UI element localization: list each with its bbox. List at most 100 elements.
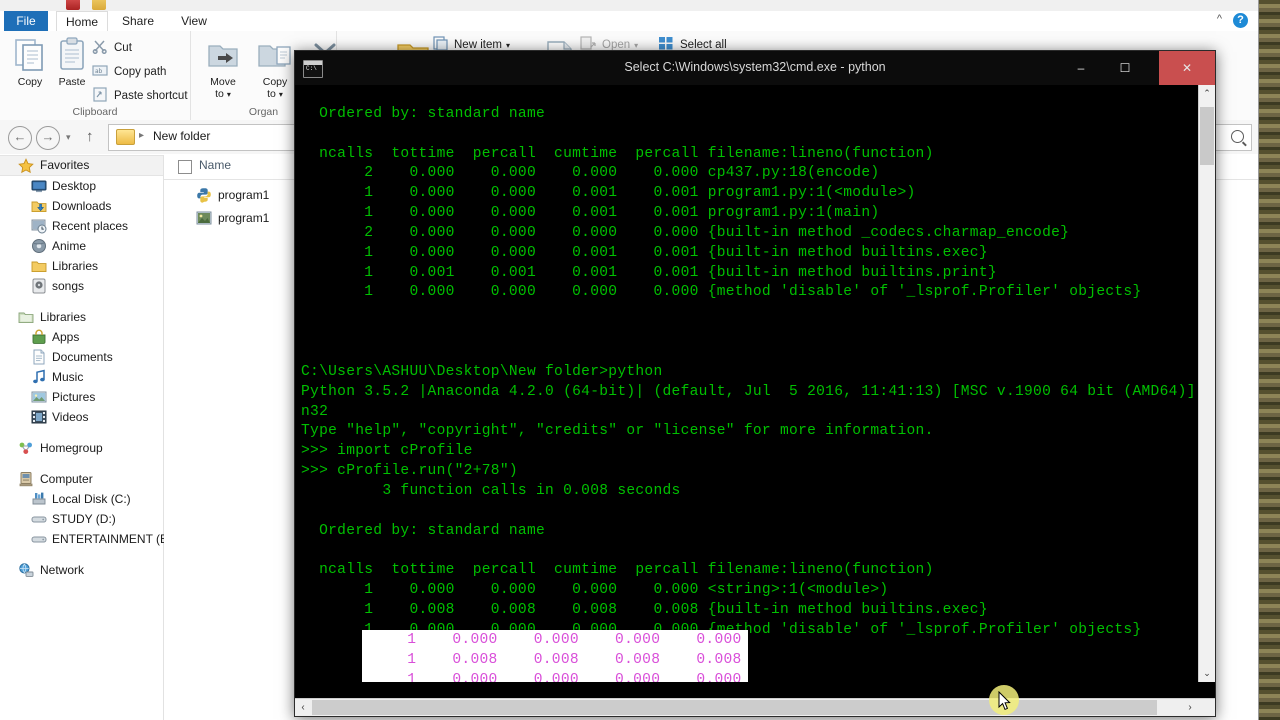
help-icon[interactable]: ? <box>1233 13 1248 28</box>
maximize-button[interactable]: ☐ <box>1103 51 1147 85</box>
quick-access-icon-2[interactable] <box>92 0 106 10</box>
sidebar-item-pictures[interactable]: Pictures <box>0 387 163 407</box>
sidebar-item-videos[interactable]: Videos <box>0 407 163 427</box>
list-item-label: program1 <box>218 211 270 225</box>
navigation-pane[interactable]: Favorites Desktop Downloads Recent places An… <box>0 155 175 720</box>
tab-file[interactable]: File <box>4 11 48 31</box>
paste-button[interactable]: Paste <box>46 36 98 88</box>
recent-locations-icon[interactable]: ▾ <box>66 132 71 143</box>
nav-section-libraries[interactable]: Libraries <box>0 307 163 327</box>
breadcrumb-separator: ▸ <box>139 130 145 141</box>
ribbon-collapse-icon[interactable]: ^ <box>1217 13 1222 25</box>
downloads-icon <box>31 198 47 214</box>
paste-shortcut-icon <box>92 87 110 103</box>
sidebar-item-downloads[interactable]: Downloads <box>0 196 163 216</box>
folder-icon <box>31 258 47 274</box>
sidebar-item-music[interactable]: Music <box>0 367 163 387</box>
svg-text:ab: ab <box>95 68 103 75</box>
sidebar-item-label: Desktop <box>52 179 97 193</box>
nav-section-network[interactable]: Network <box>0 560 163 580</box>
cut-button[interactable]: Cut <box>92 37 132 59</box>
drive-icon <box>31 511 47 527</box>
console-vertical-scrollbar[interactable]: ⌃ ⌄ <box>1198 85 1215 682</box>
sidebar-item-anime[interactable]: Anime <box>0 236 163 256</box>
scroll-down-icon[interactable]: ⌄ <box>1199 665 1215 682</box>
nav-section-label: Computer <box>40 472 93 486</box>
nav-section-gap <box>0 458 163 469</box>
sidebar-item-recent-places[interactable]: Recent places <box>0 216 163 236</box>
recent-places-icon <box>31 218 47 234</box>
sidebar-item-label: Downloads <box>52 199 112 213</box>
back-button[interactable]: ← <box>8 126 32 150</box>
sidebar-item-label: songs <box>52 279 85 293</box>
console-output-area[interactable]: Ordered by: standard name ncalls tottime… <box>301 85 1194 682</box>
sidebar-item-label: Recent places <box>52 219 129 233</box>
sidebar-item-songs[interactable]: songs <box>0 276 163 296</box>
copy-path-button[interactable]: ab Copy path <box>92 61 166 83</box>
tab-home[interactable]: Home <box>56 11 108 31</box>
sidebar-item-apps[interactable]: Apps <box>0 327 163 347</box>
sidebar-item-entertainment-e[interactable]: ENTERTAINMENT (E:) <box>0 529 175 549</box>
anime-folder-icon <box>31 238 47 254</box>
up-button[interactable]: ↑ <box>86 128 94 145</box>
vertical-scroll-thumb[interactable] <box>1200 107 1214 165</box>
quick-access-icon-1[interactable] <box>66 0 80 10</box>
open-chevron-down-icon[interactable]: ▾ <box>634 41 638 50</box>
sidebar-item-documents[interactable]: Documents <box>0 347 163 367</box>
horizontal-scroll-thumb[interactable] <box>312 700 1157 715</box>
command-prompt-window: Select C:\Windows\system32\cmd.exe - pyt… <box>294 50 1216 717</box>
select-all-checkbox[interactable] <box>178 160 192 174</box>
libraries-icon <box>18 309 34 325</box>
quick-access-toolbar <box>0 0 1258 11</box>
breadcrumb-current: New folder <box>153 129 211 143</box>
move-to-label: Move to ▾ <box>210 76 236 100</box>
sidebar-item-libraries[interactable]: Libraries <box>0 256 163 276</box>
sidebar-item-label: Music <box>52 370 84 384</box>
nav-section-label: Favorites <box>40 158 90 172</box>
sidebar-item-desktop[interactable]: Desktop <box>0 176 163 196</box>
sidebar-item-label: Documents <box>52 350 113 364</box>
scroll-left-icon[interactable]: ‹ <box>295 699 311 716</box>
console-text: Ordered by: standard name ncalls tottime… <box>301 105 1194 682</box>
scroll-up-icon[interactable]: ⌃ <box>1199 85 1215 102</box>
forward-button[interactable]: → <box>36 126 60 150</box>
drive-icon <box>31 531 47 547</box>
nav-section-homegroup[interactable]: Homegroup <box>0 438 163 458</box>
new-item-chevron-down-icon[interactable]: ▾ <box>506 41 510 50</box>
nav-section-label: Libraries <box>40 310 87 324</box>
move-to-icon <box>197 36 249 76</box>
sidebar-item-label: Anime <box>52 239 87 253</box>
paste-button-label: Paste <box>58 76 86 88</box>
tab-share[interactable]: Share <box>112 11 164 31</box>
ribbon-group-clipboard-label: Clipboard <box>72 106 118 118</box>
documents-icon <box>31 349 47 365</box>
paste-shortcut-button[interactable]: Paste shortcut <box>92 85 188 107</box>
nav-section-computer[interactable]: Computer <box>0 469 163 489</box>
column-header-name[interactable]: Name <box>199 158 231 172</box>
minimize-button[interactable]: – <box>1059 51 1103 85</box>
nav-section-gap <box>0 296 163 307</box>
image-file-icon <box>196 210 212 226</box>
sidebar-item-label: Videos <box>52 410 89 424</box>
tab-view[interactable]: View <box>168 11 220 31</box>
scroll-right-icon[interactable]: › <box>1182 699 1198 716</box>
close-button[interactable]: ✕ <box>1159 51 1215 85</box>
ribbon-tabstrip: File Home Share View ^ ? <box>0 11 1258 31</box>
sidebar-item-label: ENTERTAINMENT (E:) <box>52 532 176 546</box>
music-icon <box>31 369 47 385</box>
resize-grip[interactable] <box>1198 699 1215 716</box>
sidebar-item-label: Pictures <box>52 390 96 404</box>
move-to-button[interactable]: Move to ▾ <box>197 36 249 101</box>
nav-section-gap <box>0 549 163 560</box>
copy-path-label: Copy path <box>114 66 167 78</box>
nav-section-favorites[interactable]: Favorites <box>0 155 163 176</box>
console-horizontal-scrollbar[interactable]: ‹ › <box>295 698 1215 716</box>
sidebar-item-local-disk-c[interactable]: Local Disk (C:) <box>0 489 163 509</box>
hard-disk-icon <box>31 491 47 507</box>
homegroup-icon <box>18 440 34 456</box>
sidebar-item-label: Libraries <box>52 259 99 273</box>
sidebar-item-study-d[interactable]: STUDY (D:) <box>0 509 163 529</box>
ribbon-group-clipboard: Copy Paste Cut ab Copy path Paste shortc… <box>0 31 191 120</box>
desktop-icon <box>31 178 47 194</box>
console-title-bar[interactable]: Select C:\Windows\system32\cmd.exe - pyt… <box>295 51 1215 85</box>
